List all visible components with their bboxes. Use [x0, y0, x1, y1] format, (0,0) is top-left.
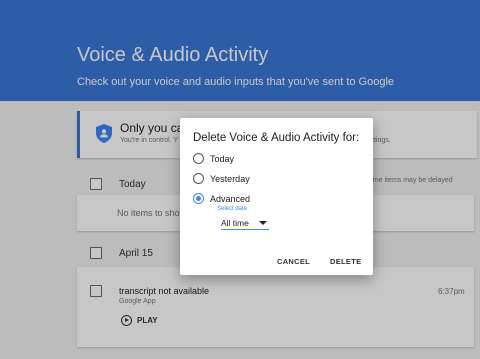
delete-button[interactable]: DELETE	[330, 257, 361, 266]
select-date-label: Select date	[217, 206, 248, 212]
delete-activity-dialog: Delete Voice & Audio Activity for: Today…	[180, 118, 373, 275]
radio-selected-icon	[193, 193, 204, 204]
radio-circle-icon	[193, 173, 204, 184]
date-range-dropdown[interactable]: All time	[221, 217, 269, 230]
radio-option-yesterday[interactable]: Yesterday	[193, 173, 250, 184]
radio-label: Today	[210, 153, 235, 164]
radio-label: Yesterday	[210, 173, 250, 184]
radio-circle-icon	[193, 153, 204, 164]
dropdown-value: All time	[221, 218, 249, 228]
dialog-title: Delete Voice & Audio Activity for:	[193, 132, 360, 144]
radio-option-advanced[interactable]: Advanced	[193, 193, 250, 204]
caret-down-icon	[259, 221, 267, 225]
cancel-button[interactable]: CANCEL	[277, 257, 310, 266]
radio-label: Advanced	[210, 193, 251, 204]
radio-option-today[interactable]: Today	[193, 153, 234, 164]
